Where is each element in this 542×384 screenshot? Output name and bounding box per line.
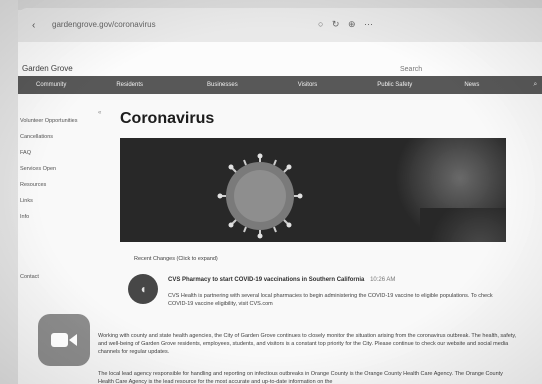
virus-illustration	[217, 153, 303, 239]
recent-changes-toggle[interactable]: Recent Changes (Click to expand)	[134, 256, 218, 262]
cvs-news-icon: ◖	[128, 274, 158, 304]
nav-item-residents[interactable]: Residents	[116, 82, 143, 88]
browser-toolbar: ‹ gardengrove.gov/coronavirus ○ ↻ ⊕ ⋯	[18, 8, 542, 43]
facetime-app-icon[interactable]	[38, 314, 90, 366]
site-header: Garden Grove Search	[18, 42, 542, 76]
nav-item-visitors[interactable]: Visitors	[298, 82, 318, 88]
back-icon[interactable]: ‹	[32, 20, 35, 31]
news-time: 10:26 AM	[370, 277, 396, 283]
sidebar-item-cancellations[interactable]: Cancellations	[20, 134, 53, 140]
lead-agency-paragraph: The local lead agency responsible for ha…	[98, 371, 503, 384]
photo-frame: ‹ gardengrove.gov/coronavirus ○ ↻ ⊕ ⋯ Ga…	[0, 0, 542, 384]
sidebar-item-services-open[interactable]: Services Open	[20, 166, 56, 172]
intro-paragraph: Working with county and state health age…	[98, 333, 517, 355]
toolbar-icons[interactable]: ○ ↻ ⊕ ⋯	[318, 19, 376, 30]
site-search-link[interactable]: Search	[400, 66, 422, 73]
address-bar[interactable]: gardengrove.gov/coronavirus	[52, 20, 156, 29]
news-headline[interactable]: CVS Pharmacy to start COVID-19 vaccinati…	[168, 277, 395, 283]
video-camera-icon	[51, 333, 77, 347]
nav-item-public-safety[interactable]: Public Safety	[377, 82, 412, 88]
monitor-bezel-left	[0, 0, 18, 384]
news-summary: CVS Health is partnering with several lo…	[168, 293, 493, 307]
nav-item-news[interactable]: News	[464, 82, 479, 88]
sidebar-item-volunteer[interactable]: Volunteer Opportunities	[20, 118, 77, 124]
collapse-icon[interactable]: «	[98, 110, 101, 116]
site-name[interactable]: Garden Grove	[22, 64, 73, 73]
nav-item-community[interactable]: Community	[36, 82, 66, 88]
sidebar-item-contact[interactable]: Contact	[20, 274, 39, 280]
sidebar-item-faq[interactable]: FAQ	[20, 150, 31, 156]
page-title: Coronavirus	[120, 110, 215, 127]
main-nav: Community Residents Businesses Visitors …	[18, 76, 542, 94]
nav-item-businesses[interactable]: Businesses	[207, 82, 238, 88]
hero-image	[120, 138, 506, 242]
sidebar-item-info[interactable]: Info	[20, 214, 29, 220]
sidebar-item-links[interactable]: Links	[20, 198, 33, 204]
search-icon[interactable]: ⌕	[533, 81, 537, 89]
sidebar-item-resources[interactable]: Resources	[20, 182, 46, 188]
news-headline-text[interactable]: CVS Pharmacy to start COVID-19 vaccinati…	[168, 277, 364, 283]
browser-window: ‹ gardengrove.gov/coronavirus ○ ↻ ⊕ ⋯ Ga…	[18, 8, 542, 384]
